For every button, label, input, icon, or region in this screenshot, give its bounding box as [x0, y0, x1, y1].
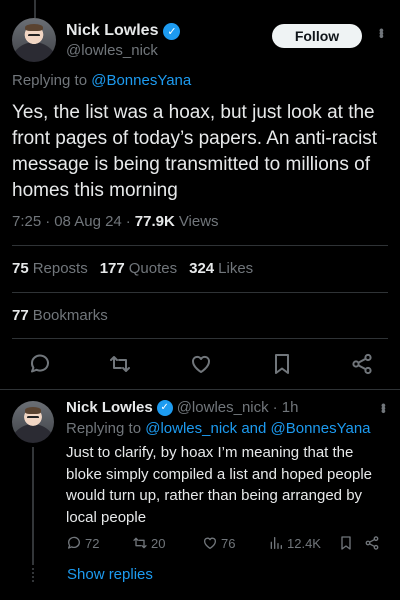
share-icon[interactable] — [350, 352, 374, 376]
quotes-stat[interactable]: 177 Quotes — [100, 260, 177, 277]
reposts-count: 75 — [12, 260, 29, 277]
more-icon[interactable]: ••• — [376, 403, 392, 412]
reply-action-bar: 72 20 76 12.4K — [66, 535, 386, 553]
bookmark-icon[interactable] — [270, 352, 294, 376]
verified-badge-icon: ✓ — [163, 22, 181, 40]
quotes-count: 177 — [99, 260, 125, 277]
reply-replying-to-line: Replying to @lowles_nick and @BonnesYana — [66, 420, 371, 437]
verified-badge-icon: ✓ — [156, 399, 173, 416]
replying-prefix: Replying to — [12, 72, 88, 89]
tweet-date[interactable]: 08 Aug 24 — [54, 213, 122, 230]
bookmarks-count: 77 — [12, 307, 29, 324]
author-name-row: Nick Lowles ✓ — [66, 22, 181, 40]
like-icon — [204, 537, 216, 549]
reply-author-name[interactable]: Nick Lowles — [66, 399, 153, 416]
tweet-time[interactable]: 7:25 — [12, 213, 41, 230]
reply-repost-button[interactable]: 20 — [132, 535, 165, 551]
views-icon — [270, 537, 282, 549]
reply-age[interactable]: · 1h — [273, 399, 299, 416]
show-replies-link[interactable]: Show replies — [67, 566, 153, 583]
replying-mention-link[interactable]: @BonnesYana — [91, 72, 191, 89]
likes-stat[interactable]: 324 Likes — [189, 260, 253, 277]
repost-icon — [133, 537, 147, 549]
likes-count: 324 — [189, 260, 215, 277]
reply-share-button[interactable] — [364, 535, 380, 551]
divider — [12, 245, 388, 246]
reply-icon[interactable] — [28, 352, 52, 376]
likes-label: Likes — [218, 260, 254, 277]
engagement-stats: 75 Reposts 177 Quotes 324 Likes — [12, 260, 253, 277]
reply-like-button[interactable]: 76 — [202, 535, 235, 551]
replying-mention-link[interactable]: @lowles_nick and @BonnesYana — [145, 420, 370, 437]
reposts-stat[interactable]: 75 Reposts — [12, 260, 88, 277]
reply-views-button[interactable]: 12.4K — [268, 535, 321, 551]
reply-author-handle[interactable]: @lowles_nick — [177, 399, 269, 416]
replying-prefix: Replying to — [66, 420, 142, 437]
bookmark-icon — [341, 536, 351, 550]
quotes-label: Quotes — [128, 260, 178, 277]
author-display-name[interactable]: Nick Lowles — [66, 22, 158, 40]
divider — [12, 292, 388, 293]
replying-to-line: Replying to @BonnesYana — [12, 72, 191, 89]
bookmarks-label: Bookmarks — [32, 307, 108, 324]
like-icon[interactable] — [189, 352, 213, 376]
reply-reposts-count: 20 — [151, 535, 166, 551]
meta-separator: · — [45, 213, 51, 230]
views-label: Views — [178, 213, 219, 230]
reply-text: Just to clarify, by hoax I’m meaning tha… — [66, 444, 373, 526]
thread-connector-line — [34, 0, 36, 18]
follow-button[interactable]: Follow — [272, 24, 362, 48]
author-avatar[interactable] — [12, 18, 56, 62]
reply-header: Nick Lowles ✓ @lowles_nick · 1h — [66, 399, 299, 416]
section-divider — [0, 389, 400, 390]
tweet-text: Yes, the list was a hoax, but just look … — [12, 102, 378, 201]
reposts-label: Reposts — [32, 260, 88, 277]
repost-icon[interactable] — [108, 352, 132, 376]
tweet-meta: 7:25 · 08 Aug 24 · 77.9K Views — [12, 213, 219, 230]
reply-bookmark-button[interactable] — [338, 535, 354, 551]
share-icon — [365, 536, 379, 550]
reply-replies-count: 72 — [85, 535, 100, 551]
meta-separator: · — [125, 213, 131, 230]
reply-views-count: 12.4K — [287, 535, 321, 551]
views-count: 77.9K — [134, 213, 175, 230]
more-icon[interactable]: ••• — [374, 28, 390, 37]
reply-likes-count: 76 — [221, 535, 236, 551]
reply-icon — [68, 536, 80, 549]
reply-reply-button[interactable]: 72 — [66, 535, 99, 551]
action-bar — [0, 348, 400, 380]
author-handle[interactable]: @lowles_nick — [66, 42, 158, 59]
divider — [12, 338, 388, 339]
bookmarks-stat[interactable]: 77 Bookmarks — [12, 307, 108, 324]
thread-continuation-line — [32, 568, 34, 582]
reply-thread-line — [32, 447, 34, 565]
reply-author-avatar[interactable] — [12, 401, 54, 443]
